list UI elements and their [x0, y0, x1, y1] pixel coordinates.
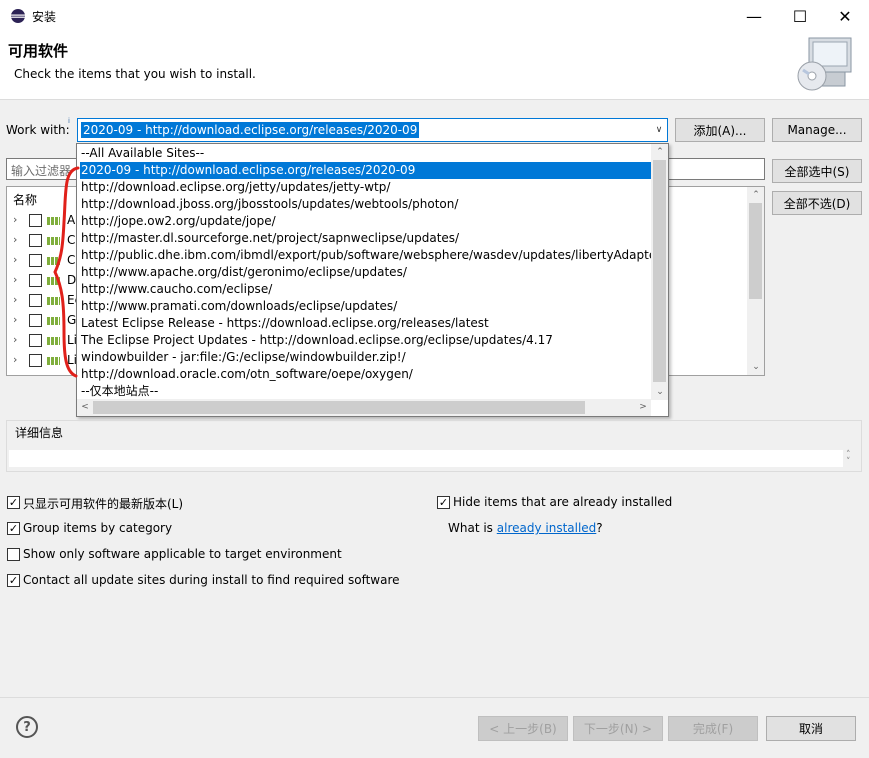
tree-checkbox[interactable]	[29, 294, 42, 307]
show-latest-checkbox[interactable]: ✓ 只显示可用软件的最新版本(L)	[7, 494, 307, 512]
scrollbar-thumb[interactable]	[749, 203, 762, 299]
select-all-button[interactable]: 全部选中(S)	[772, 159, 862, 183]
deselect-all-button[interactable]: 全部不选(D)	[772, 191, 862, 215]
contact-sites-checkbox[interactable]: ✓ Contact all update sites during instal…	[7, 572, 427, 590]
what-is-installed-text: What is already installed?	[448, 521, 603, 535]
scroll-up-icon[interactable]: ⌃	[748, 187, 764, 203]
install-cd-icon	[797, 37, 852, 91]
window-title: 安装	[32, 10, 57, 24]
maximize-button[interactable]: ☐	[777, 0, 823, 32]
checkbox-checked-icon[interactable]: ✓	[7, 574, 20, 587]
dropdown-option[interactable]: Latest Eclipse Release - https://downloa…	[80, 315, 652, 332]
close-button[interactable]: ✕	[822, 0, 868, 32]
help-icon[interactable]: ?	[16, 716, 38, 738]
work-with-label: Work with:	[6, 123, 70, 137]
details-label: 详细信息	[14, 424, 65, 441]
scroll-up-icon[interactable]: ⌃	[652, 144, 668, 160]
tree-checkbox[interactable]	[29, 334, 42, 347]
back-button[interactable]: < 上一步(B)	[478, 716, 568, 741]
applicable-only-checkbox[interactable]: Show only software applicable to target …	[7, 546, 387, 564]
dropdown-option[interactable]: http://master.dl.sourceforge.net/project…	[80, 230, 652, 247]
scroll-down-icon[interactable]: ⌄	[652, 384, 668, 400]
group-by-category-checkbox[interactable]: ✓ Group items by category	[7, 520, 307, 538]
scrollbar-thumb[interactable]	[653, 160, 666, 382]
red-annotation-stroke	[53, 166, 80, 378]
tree-checkbox[interactable]	[29, 254, 42, 267]
add-site-button[interactable]: 添加(A)...	[675, 118, 765, 142]
dropdown-option[interactable]: http://download.eclipse.org/jetty/update…	[80, 179, 652, 196]
page-description: Check the items that you wish to install…	[14, 67, 256, 81]
tree-checkbox[interactable]	[29, 234, 42, 247]
dropdown-option[interactable]: http://www.caucho.com/eclipse/	[80, 281, 652, 298]
dropdown-option[interactable]: --仅本地站点--	[80, 383, 652, 400]
dropdown-option[interactable]: The Eclipse Project Updates - http://dow…	[80, 332, 652, 349]
dropdown-horizontal-scrollbar[interactable]: < >	[77, 399, 651, 416]
minimize-button[interactable]: —	[731, 0, 777, 32]
hide-installed-checkbox[interactable]: ✓ Hide items that are already installed	[437, 494, 737, 512]
work-with-combo[interactable]: 2020-09 - http://download.eclipse.org/re…	[77, 118, 668, 142]
scroll-down-icon[interactable]: ⌄	[748, 359, 764, 375]
eclipse-logo-icon	[11, 9, 25, 23]
chevron-right-icon[interactable]: ›	[13, 213, 17, 226]
chevron-right-icon[interactable]: ›	[13, 273, 17, 286]
scroll-right-icon[interactable]: >	[635, 399, 651, 415]
chevron-right-icon[interactable]: ›	[13, 353, 17, 366]
details-spin-icon[interactable]: ˄ ˅	[846, 451, 851, 467]
dropdown-option-selected[interactable]: 2020-09 - http://download.eclipse.org/re…	[80, 162, 652, 179]
scroll-left-icon[interactable]: <	[77, 399, 93, 415]
finish-button[interactable]: 完成(F)	[668, 716, 758, 741]
chevron-right-icon[interactable]: ›	[13, 333, 17, 346]
title-bar: 安装 — ☐ ✕	[0, 0, 869, 32]
work-with-value: 2020-09 - http://download.eclipse.org/re…	[81, 122, 420, 138]
tree-checkbox[interactable]	[29, 214, 42, 227]
dropdown-option[interactable]: http://www.pramati.com/downloads/eclipse…	[80, 298, 652, 315]
checkbox-unchecked-icon[interactable]	[7, 548, 20, 561]
tree-checkbox[interactable]	[29, 314, 42, 327]
chevron-right-icon[interactable]: ›	[13, 313, 17, 326]
work-with-dropdown-list[interactable]: --All Available Sites-- 2020-09 - http:/…	[76, 143, 669, 417]
details-text-area[interactable]	[9, 450, 843, 467]
dropdown-option[interactable]: http://download.oracle.com/otn_software/…	[80, 366, 652, 383]
checkbox-checked-icon[interactable]: ✓	[437, 496, 450, 509]
page-title: 可用软件	[8, 42, 69, 60]
manage-button[interactable]: Manage...	[772, 118, 862, 142]
already-installed-link[interactable]: already installed	[497, 521, 597, 535]
chevron-right-icon[interactable]: ›	[13, 233, 17, 246]
dropdown-option[interactable]: http://www.apache.org/dist/geronimo/ecli…	[80, 264, 652, 281]
dropdown-vertical-scrollbar[interactable]: ⌃ ⌄	[651, 144, 668, 400]
cancel-button[interactable]: 取消	[766, 716, 856, 741]
dropdown-option[interactable]: http://download.jboss.org/jbosstools/upd…	[80, 196, 652, 213]
chevron-right-icon[interactable]: ›	[13, 253, 17, 266]
info-icon: i	[68, 117, 70, 125]
scrollbar-thumb[interactable]	[93, 401, 585, 414]
tree-scrollbar[interactable]: ⌃ ⌄	[747, 187, 764, 375]
checkbox-checked-icon[interactable]: ✓	[7, 522, 20, 535]
tree-checkbox[interactable]	[29, 274, 42, 287]
tree-checkbox[interactable]	[29, 354, 42, 367]
dropdown-option[interactable]: windowbuilder - jar:file:/G:/eclipse/win…	[80, 349, 652, 366]
dropdown-option[interactable]: http://jope.ow2.org/update/jope/	[80, 213, 652, 230]
tree-column-header: 名称	[13, 193, 38, 207]
chevron-right-icon[interactable]: ›	[13, 293, 17, 306]
footer-separator	[0, 697, 869, 698]
next-button[interactable]: 下一步(N) >	[573, 716, 663, 741]
dropdown-option[interactable]: --All Available Sites--	[80, 145, 652, 162]
checkbox-checked-icon[interactable]: ✓	[7, 496, 20, 509]
dropdown-option[interactable]: http://public.dhe.ibm.com/ibmdl/export/p…	[80, 247, 652, 264]
chevron-down-icon[interactable]: ∨	[650, 119, 667, 141]
header-banner: 可用软件 Check the items that you wish to in…	[0, 32, 869, 100]
